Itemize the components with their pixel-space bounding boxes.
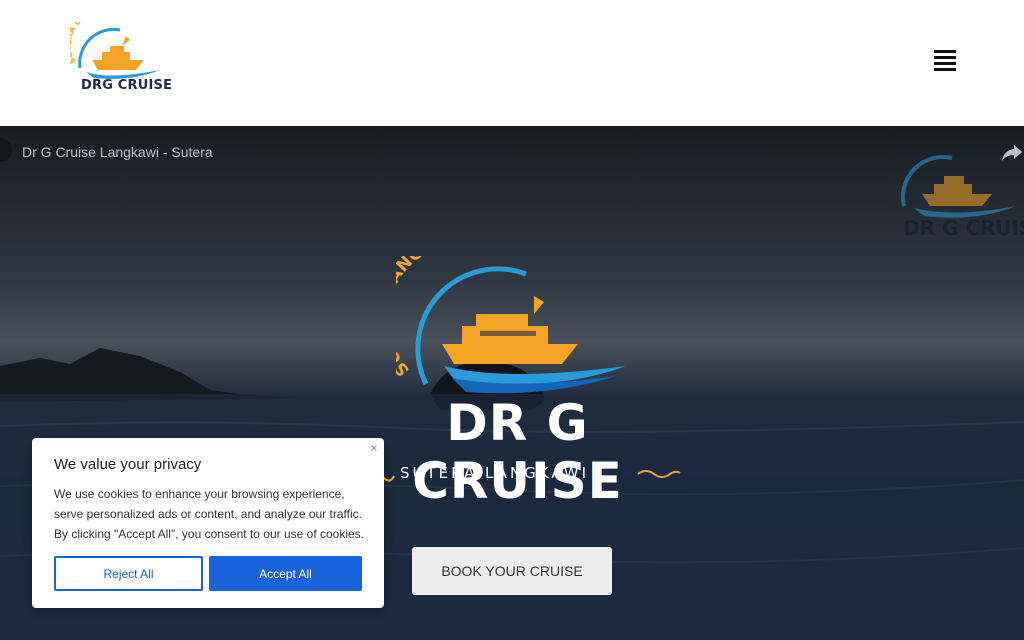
book-cruise-button[interactable]: BOOK YOUR CRUISE (412, 547, 612, 595)
cookie-description: We use cookies to enhance your browsing … (54, 487, 365, 541)
corner-watermark-text: DR G CRUISE (903, 216, 1024, 240)
close-icon[interactable]: × (368, 442, 380, 454)
cookie-title: We value your privacy (54, 456, 202, 473)
cookie-consent-banner: × We value your privacy We use cookies t… (32, 438, 384, 608)
hero-brand-name: DR G CRUISE (412, 394, 623, 510)
logo-text: DRG CRUISE (81, 78, 173, 93)
hero-brand-logo-icon: SUTERA LANGKAWI (396, 256, 626, 394)
video-title[interactable]: Dr G Cruise Langkawi - Sutera (22, 144, 213, 160)
hamburger-menu-icon[interactable] (934, 50, 956, 72)
accept-all-button[interactable]: Accept All (209, 556, 362, 591)
hero-brand-subtitle: SUTERA LANGKAWI (400, 464, 590, 482)
reject-all-button[interactable]: Reject All (54, 556, 203, 591)
decorative-swirl-icon (637, 470, 681, 478)
site-header: SUTERA LANGKAWI DRG CRUISE (0, 0, 1024, 126)
